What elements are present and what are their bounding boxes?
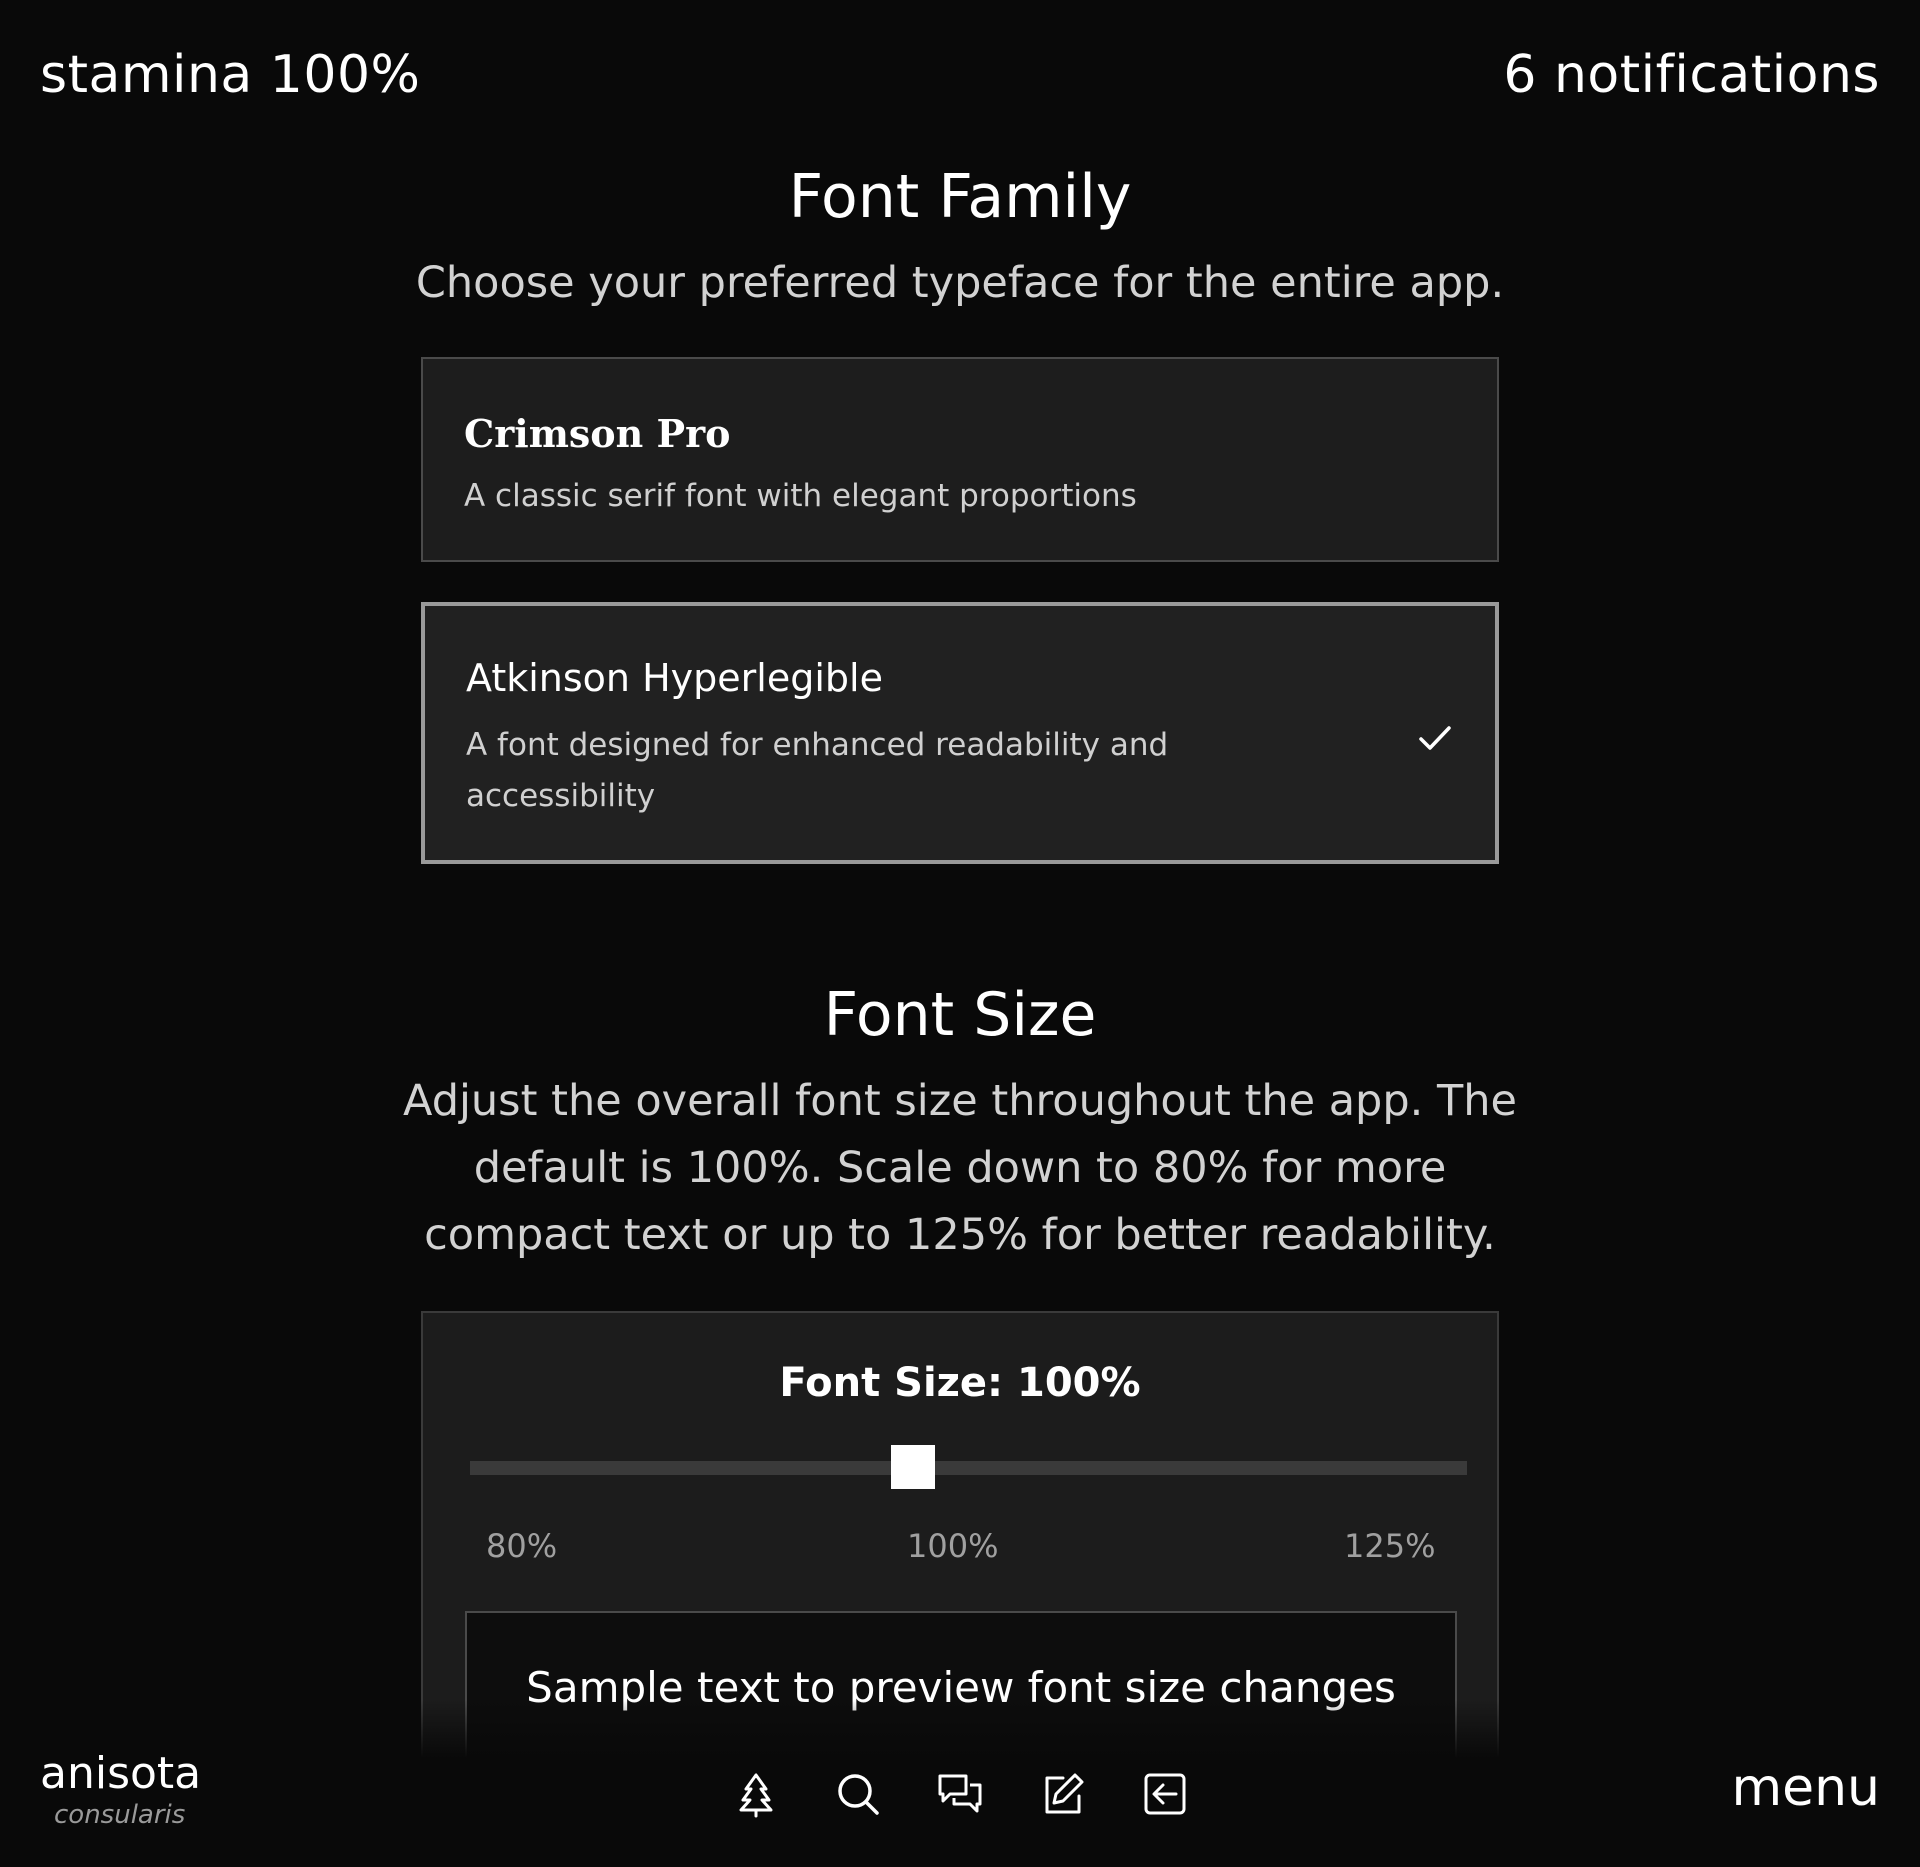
- font-option-name: Crimson Pro: [464, 411, 731, 456]
- font-size-slider-thumb[interactable]: [891, 1445, 936, 1489]
- font-option-crimson-pro[interactable]: Crimson Pro A classic serif font with el…: [421, 357, 1499, 562]
- chat-bubbles-icon: [938, 1774, 982, 1813]
- slider-max-label: 125%: [1344, 1527, 1436, 1565]
- slider-mid-label: 100%: [907, 1527, 999, 1565]
- nav-search-button[interactable]: [834, 1770, 882, 1822]
- font-size-slider-track[interactable]: [470, 1461, 1467, 1475]
- checkmark-icon: [1419, 726, 1451, 750]
- stamina-indicator: stamina 100%: [40, 45, 421, 105]
- font-option-name: Atkinson Hyperlegible: [466, 656, 883, 700]
- nav-compose-button[interactable]: [1039, 1770, 1087, 1822]
- font-option-description-line: A font designed for enhanced readability…: [466, 727, 1169, 763]
- font-size-description-line: default is 100%. Scale down to 80% for m…: [473, 1143, 1447, 1193]
- font-family-title: Font Family: [788, 162, 1132, 232]
- font-family-description: Choose your preferred typeface for the e…: [415, 258, 1505, 308]
- font-size-panel: Font Size: 100% 80% 100% 125% Sample tex…: [421, 1311, 1499, 1811]
- nav-tree-button[interactable]: [732, 1770, 780, 1822]
- font-option-description: A font designed for enhanced readability…: [466, 720, 1168, 822]
- brand-name[interactable]: anisota: [40, 1748, 201, 1799]
- font-size-description: Adjust the overall font size throughout …: [0, 1068, 1920, 1269]
- font-size-label: Font Size: 100%: [779, 1360, 1141, 1406]
- nav-exit-button[interactable]: [1141, 1770, 1189, 1822]
- notifications-link[interactable]: 6 notifications: [1503, 45, 1880, 105]
- font-size-description-line: compact text or up to 125% for better re…: [424, 1210, 1496, 1260]
- font-option-description-line: accessibility: [466, 778, 656, 814]
- nav-messages-button[interactable]: [936, 1770, 984, 1822]
- slider-min-label: 80%: [486, 1527, 558, 1565]
- tree-icon: [739, 1773, 773, 1818]
- search-icon: [838, 1774, 879, 1815]
- font-size-description-line: Adjust the overall font size throughout …: [403, 1076, 1517, 1126]
- exit-icon: [1144, 1773, 1186, 1815]
- brand-subtitle: consularis: [54, 1800, 186, 1830]
- font-option-atkinson-hyperlegible[interactable]: Atkinson Hyperlegible A font designed fo…: [421, 602, 1499, 864]
- font-size-title: Font Size: [823, 980, 1097, 1050]
- edit-icon: [1045, 1773, 1084, 1814]
- menu-button[interactable]: menu: [1731, 1758, 1880, 1818]
- font-option-description: A classic serif font with elegant propor…: [464, 478, 1137, 514]
